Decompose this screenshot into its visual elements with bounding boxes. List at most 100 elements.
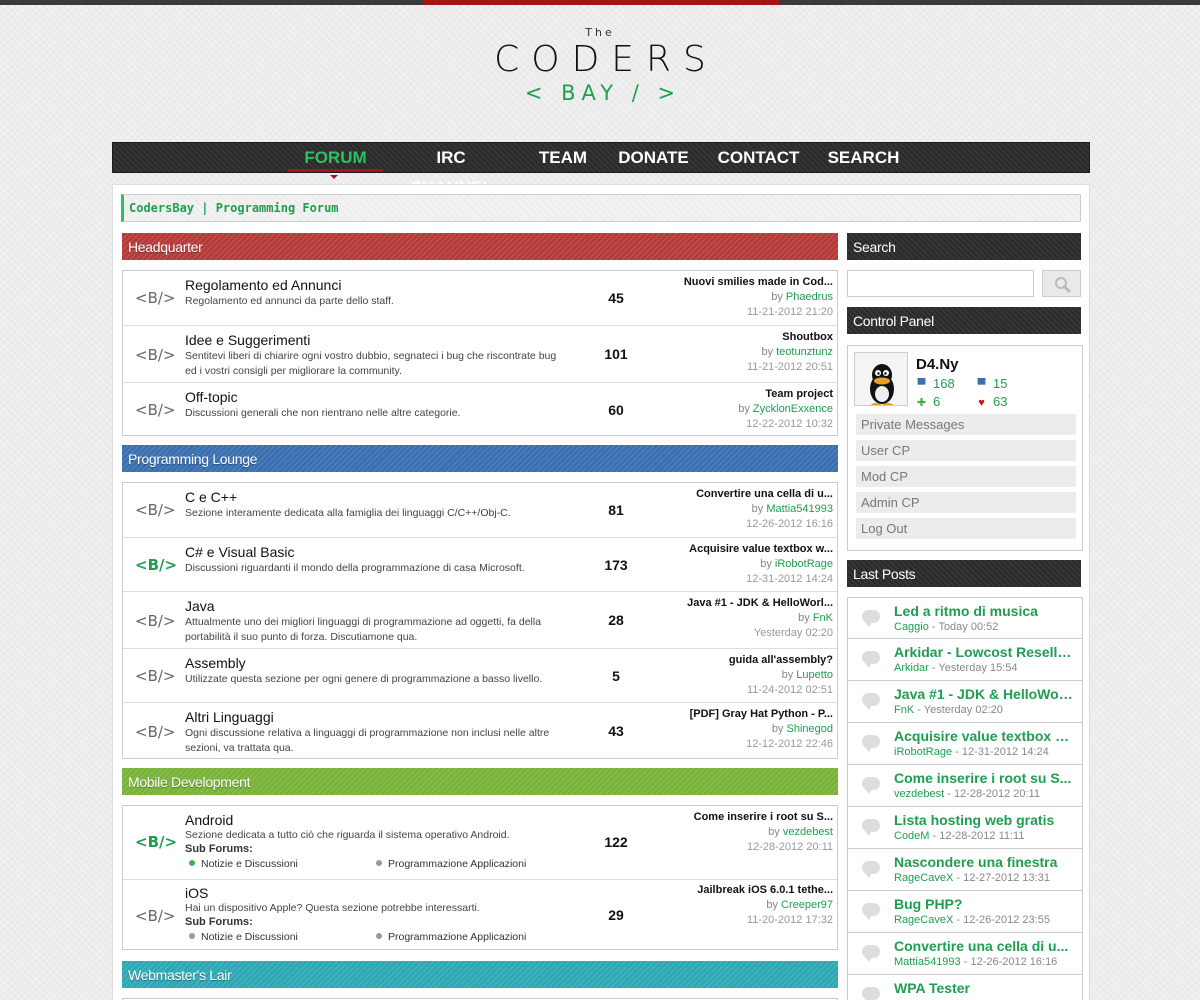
last-post-item-author[interactable]: CodeM [894, 830, 929, 842]
forum-title[interactable]: iOS [185, 885, 208, 901]
last-post-item-title[interactable]: Acquisire value textbox w... [894, 728, 1074, 744]
last-post-item-title[interactable]: Lista hosting web gratis [894, 812, 1074, 828]
category-header-mobile-development[interactable]: Mobile Development [122, 768, 838, 795]
username[interactable]: D4.Ny [916, 356, 959, 373]
last-post-item-title[interactable]: Convertire una cella di u... [894, 938, 1074, 954]
forum-title[interactable]: Regolamento ed Annunci [185, 277, 341, 293]
category-header-webmasters-lair[interactable]: Webmaster's Lair [122, 961, 838, 988]
last-post-item-author[interactable]: Mattia541993 [894, 956, 961, 968]
last-post-user[interactable]: Mattia541993 [766, 503, 833, 515]
last-post-item[interactable]: Arkidar - Lowcost Reselle... Arkidar - Ye… [847, 639, 1083, 681]
forum-title[interactable]: Off-topic [185, 389, 238, 405]
forum-row[interactable]: <B/> Assembly Utilizzate questa sezione … [123, 648, 837, 702]
sub-forum-link[interactable]: Notizie e Discussioni [189, 858, 298, 870]
last-post-user[interactable]: ZycklonExxence [753, 403, 833, 415]
last-post-user[interactable]: Creeper97 [781, 899, 833, 911]
forum-title[interactable]: C# e Visual Basic [185, 544, 294, 560]
sub-forum-label[interactable]: Programmazione Applicazioni [388, 931, 526, 943]
forum-row[interactable]: <B/> Off-topic Discussioni generali che … [123, 382, 837, 436]
last-post-user[interactable]: iRobotRage [775, 558, 833, 570]
nav-contact[interactable]: CONTACT [716, 143, 801, 172]
last-post-item[interactable]: Nascondere una finestra RageCaveX - 12-27… [847, 849, 1083, 891]
last-post-user[interactable]: Lupetto [796, 669, 833, 681]
nav-search[interactable]: SEARCH [826, 143, 901, 172]
last-post-user[interactable]: vezdebest [783, 826, 833, 838]
forum-title[interactable]: Idee e Suggerimenti [185, 332, 310, 348]
last-post-title[interactable]: Shoutbox [663, 331, 833, 343]
search-input[interactable] [847, 270, 1034, 297]
sub-forum-label[interactable]: Notizie e Discussioni [201, 858, 298, 870]
forum-row[interactable]: <B/> iOS Hai un dispositivo Apple? Quest… [123, 879, 837, 950]
last-post-title[interactable]: Come inserire i root su S... [663, 811, 833, 823]
forum-row[interactable]: <B/> Altri Linguaggi Ogni discussione re… [123, 702, 837, 759]
forum-row[interactable]: <B/> Java Attualmente uno dei migliori l… [123, 591, 837, 648]
last-post-title[interactable]: Nuovi smilies made in Cod... [663, 276, 833, 288]
last-post-item-title[interactable]: Come inserire i root su S... [894, 770, 1074, 786]
last-post-user[interactable]: Phaedrus [786, 291, 833, 303]
forum-list-programming-lounge: <B/> C e C++ Sezione interamente dedicat… [122, 482, 838, 759]
link-mod-cp[interactable]: Mod CP [856, 466, 1076, 487]
forum-title[interactable]: Android [185, 812, 233, 828]
user-avatar[interactable] [854, 352, 908, 406]
nav-donate[interactable]: DONATE [616, 143, 691, 172]
forum-row[interactable]: <B/> C e C++ Sezione interamente dedicat… [123, 483, 837, 537]
last-post-user[interactable]: teotunztunz [776, 346, 833, 358]
last-post-user[interactable]: FnK [813, 612, 833, 624]
forum-row[interactable]: <B/> Android Sezione dedicata a tutto ci… [123, 806, 837, 879]
last-post-item-title[interactable]: Nascondere una finestra [894, 854, 1074, 870]
last-post-title[interactable]: Jailbreak iOS 6.0.1 tethe... [663, 884, 833, 896]
forum-row[interactable]: <B/> Idee e Suggerimenti Sentitevi liber… [123, 325, 837, 382]
link-admin-cp[interactable]: Admin CP [856, 492, 1076, 513]
last-post-item[interactable]: Convertire una cella di u... Mattia541993… [847, 933, 1083, 975]
last-post-item-author[interactable]: FnK [894, 704, 914, 716]
last-post-item[interactable]: Java #1 - JDK & HelloWorl... FnK - Yester… [847, 681, 1083, 723]
last-post-item-author[interactable]: iRobotRage [894, 746, 952, 758]
last-post-title[interactable]: Java #1 - JDK & HelloWorl... [663, 597, 833, 609]
link-private-messages[interactable]: Private Messages [856, 414, 1076, 435]
last-post-title[interactable]: [PDF] Gray Hat Python - P... [663, 708, 833, 720]
last-post-title[interactable]: Convertire una cella di u... [663, 488, 833, 500]
category-header-programming-lounge[interactable]: Programming Lounge [122, 445, 838, 472]
last-post-item[interactable]: Bug PHP? RageCaveX - 12-26-2012 23:55 [847, 891, 1083, 933]
last-post-item-title[interactable]: WPA Tester [894, 980, 1074, 996]
forum-row[interactable]: <B/> C# e Visual Basic Discussioni rigua… [123, 537, 837, 591]
forum-title[interactable]: Altri Linguaggi [185, 709, 274, 725]
search-button[interactable] [1042, 270, 1081, 297]
nav-forum[interactable]: FORUM [288, 143, 383, 172]
last-post-user[interactable]: Shinegod [787, 723, 834, 735]
forum-title[interactable]: Java [185, 598, 215, 614]
forum-row[interactable]: <B/> Regolamento ed Annunci Regolamento … [123, 271, 837, 325]
last-post-title[interactable]: Team project [663, 388, 833, 400]
last-post-item-author[interactable]: Arkidar [894, 662, 929, 674]
forum-title[interactable]: C e C++ [185, 489, 237, 505]
last-post-item[interactable]: WPA Tester [847, 975, 1083, 1000]
last-post-item-author[interactable]: Caggio [894, 621, 929, 633]
last-post-item[interactable]: Led a ritmo di musica Caggio - Today 00:5… [847, 597, 1083, 639]
link-user-cp[interactable]: User CP [856, 440, 1076, 461]
sub-forum-link[interactable]: Notizie e Discussioni [189, 931, 298, 943]
category-header-headquarter[interactable]: Headquarter [122, 233, 838, 260]
link-log-out[interactable]: Log Out [856, 518, 1076, 539]
sub-forum-label[interactable]: Programmazione Applicazioni [388, 858, 526, 870]
sub-forum-link[interactable]: Programmazione Applicazioni [376, 931, 526, 943]
sub-forum-label[interactable]: Notizie e Discussioni [201, 931, 298, 943]
last-post-item-title[interactable]: Bug PHP? [894, 896, 1074, 912]
last-post-item-title[interactable]: Led a ritmo di musica [894, 603, 1074, 619]
last-post-title[interactable]: guida all'assembly? [663, 654, 833, 666]
nav-team[interactable]: TEAM [533, 143, 593, 172]
last-post-item[interactable]: Acquisire value textbox w... iRobotRage -… [847, 723, 1083, 765]
nav-irc-channel[interactable]: IRC CHANNEL [396, 143, 506, 197]
last-post-item-title[interactable]: Java #1 - JDK & HelloWorl... [894, 686, 1074, 702]
last-post-title[interactable]: Acquisire value textbox w... [663, 543, 833, 555]
site-logo[interactable]: The CODERS < BAY / > [0, 26, 1200, 106]
last-post-item-author[interactable]: RageCaveX [894, 872, 953, 884]
sub-forum-link[interactable]: Programmazione Applicazioni [376, 858, 526, 870]
last-post-item-author[interactable]: vezdebest [894, 788, 944, 800]
last-post-item[interactable]: Lista hosting web gratis CodeM - 12-28-20… [847, 807, 1083, 849]
forum-title[interactable]: Assembly [185, 655, 246, 671]
last-post-item-meta: Caggio - Today 00:52 [894, 621, 999, 633]
last-post-item[interactable]: Come inserire i root su S... vezdebest - … [847, 765, 1083, 807]
last-post-item-author[interactable]: RageCaveX [894, 914, 953, 926]
last-post-item-title[interactable]: Arkidar - Lowcost Reselle... [894, 644, 1074, 660]
breadcrumb[interactable]: CodersBay | Programming Forum [121, 194, 1081, 222]
